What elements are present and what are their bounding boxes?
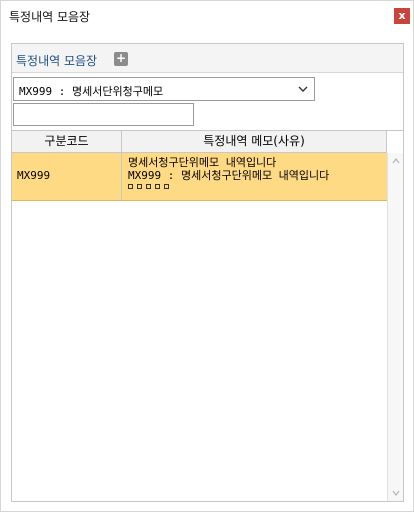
memo-cell: 명세서청구단위메모 내역입니다 MX999 : 명세서청구단위메모 내역입니다 bbox=[122, 153, 387, 200]
panel-title: 특정내역 모음장 bbox=[16, 54, 98, 68]
memo-input[interactable] bbox=[13, 103, 194, 126]
title-bar: 특정내역 모음장 x bbox=[1, 1, 413, 31]
close-icon: x bbox=[398, 9, 406, 22]
dialog-window: 특정내역 모음장 x 특정내역 모음장 + MX999 : 명세서단위청구메모 … bbox=[0, 0, 414, 512]
panel-header: 특정내역 모음장 + bbox=[12, 44, 403, 73]
column-header-code[interactable]: 구분코드 bbox=[12, 131, 122, 152]
code-select-value: MX999 : 명세서단위청구메모 bbox=[19, 85, 164, 98]
content-panel: 특정내역 모음장 + MX999 : 명세서단위청구메모 구분코드 특정내역 메… bbox=[11, 43, 404, 502]
close-button[interactable]: x bbox=[394, 8, 410, 24]
add-button[interactable]: + bbox=[114, 52, 128, 66]
code-value: MX999 bbox=[17, 169, 51, 182]
vertical-scrollbar[interactable] bbox=[387, 153, 403, 501]
memo-grid: 구분코드 특정내역 메모(사유) MX999 명세서청구단위메모 내역입니다 M… bbox=[12, 130, 403, 501]
scroll-down-icon[interactable] bbox=[392, 489, 400, 497]
window-title: 특정내역 모음장 bbox=[9, 10, 91, 24]
chevron-down-icon bbox=[298, 86, 308, 92]
grid-header: 구분코드 특정내역 메모(사유) bbox=[12, 131, 387, 153]
plus-icon: + bbox=[115, 51, 127, 65]
code-select[interactable]: MX999 : 명세서단위청구메모 bbox=[13, 77, 315, 101]
missing-glyph-boxes bbox=[128, 184, 381, 189]
memo-line-1: 명세서청구단위메모 내역입니다 bbox=[128, 156, 277, 169]
column-header-memo[interactable]: 특정내역 메모(사유) bbox=[122, 131, 387, 152]
code-cell: MX999 bbox=[12, 153, 122, 200]
table-row[interactable]: MX999 명세서청구단위메모 내역입니다 MX999 : 명세서청구단위메모 … bbox=[12, 153, 387, 201]
scroll-up-icon[interactable] bbox=[392, 157, 400, 165]
memo-line-2: MX999 : 명세서청구단위메모 내역입니다 bbox=[128, 169, 330, 182]
